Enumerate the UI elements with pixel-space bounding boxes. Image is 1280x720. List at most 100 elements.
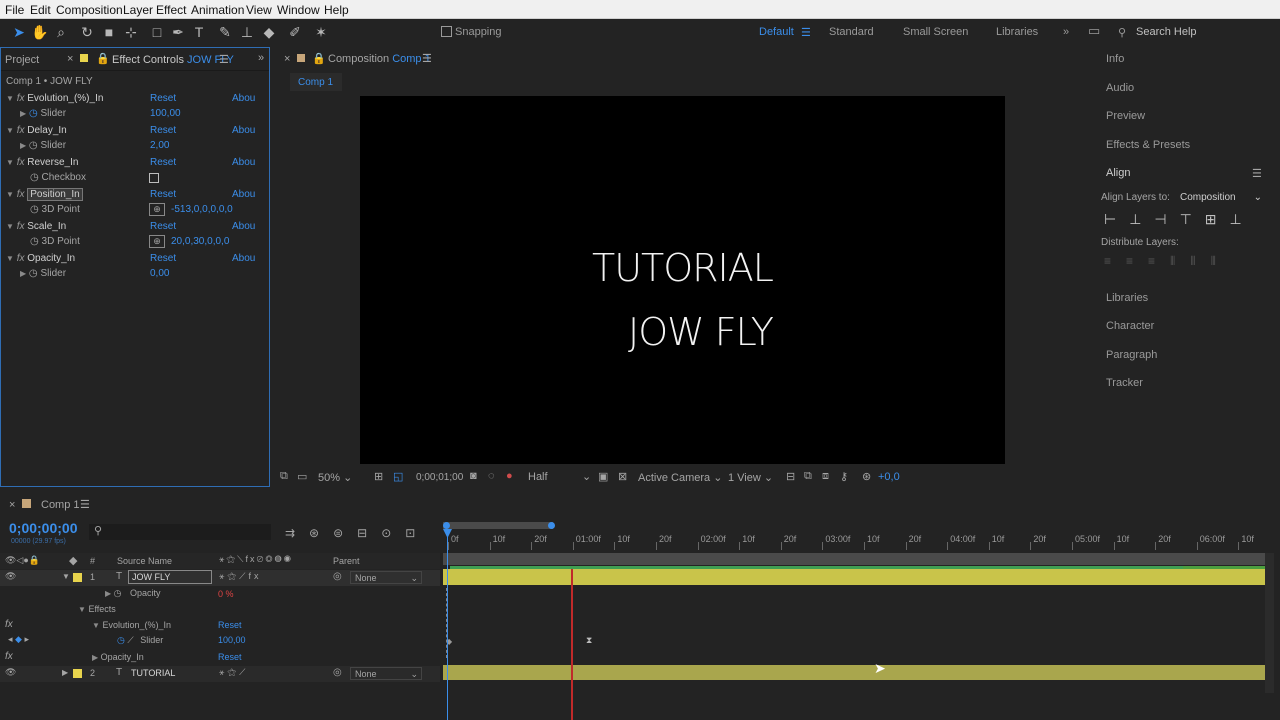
time-ruler[interactable]: 0f 10f 20f 01:00f 10f 20f 02:00f 10f 20f 03:00f 10… [443,532,1273,552]
evolution-effect-row[interactable]: ▼ Evolution_(%)_In [92,620,171,630]
parent-dropdown[interactable]: None ⌄ [350,571,422,584]
crosshair-icon[interactable]: ⊕ [149,235,165,248]
close-tab-icon[interactable]: × [9,499,15,511]
parent-dropdown[interactable]: None ⌄ [350,667,422,680]
graph-icon[interactable]: ⟋ [127,635,133,645]
libraries-panel-tab[interactable]: Libraries [1106,292,1148,304]
workspace-default[interactable]: Default [759,26,794,38]
rotate-tool-icon[interactable]: ↻ [78,23,96,41]
keyframe-diamond-icon[interactable]: ◆ [15,634,22,644]
timeline-search-input[interactable]: ⚲ [89,524,271,540]
workspace-standard[interactable]: Standard [829,26,874,38]
prev-keyframe-icon[interactable]: ◂ [8,634,13,644]
effect-row[interactable]: ▼ fx Scale_In [6,221,66,232]
param-value[interactable]: 0,00 [150,268,169,279]
comp-sub-tab[interactable]: Comp 1 [290,73,342,91]
menu-animation[interactable]: Animation [191,3,244,17]
align-buttons[interactable]: ⊢⊥⊣⊤⊞⊥ [1104,211,1264,229]
menu-view[interactable]: View [246,3,272,17]
opacity-in-reset-button[interactable]: Reset [218,652,242,662]
roto-brush-tool-icon[interactable]: ✐ [286,23,304,41]
pixel-aspect-icon[interactable]: ⊟ [786,470,795,483]
resolution-dropdown[interactable]: Half [528,471,548,483]
menu-help[interactable]: Help [324,3,349,17]
camera-tool-icon[interactable]: ■ [100,23,118,41]
pen-tool-icon[interactable]: ✒ [169,23,187,41]
snapping-checkbox[interactable] [441,26,452,37]
panel-menu-icon[interactable]: ☰ [80,498,90,511]
exposure-value[interactable]: +0,0 [878,471,900,483]
param-value[interactable]: -513,0,0,0,0,0 [171,204,233,215]
effect-about-link[interactable]: Abou [232,189,255,200]
workspace-libraries[interactable]: Libraries [996,26,1038,38]
monitor-icon[interactable]: ▭ [297,470,307,483]
zoom-dropdown[interactable]: 50% ⌄ [318,471,352,484]
fast-previews-icon[interactable]: ⧉ [804,470,812,483]
search-icon[interactable]: ⚲ [1118,26,1126,39]
align-target-dropdown[interactable]: Composition ⌄ [1176,190,1266,205]
menu-layer[interactable]: Layer [123,3,153,17]
camera-dropdown[interactable]: Active Camera ⌄ [638,471,722,484]
tab-project[interactable]: Project [5,54,39,66]
menu-effect[interactable]: Effect [156,3,186,17]
puppet-tool-icon[interactable]: ✶ [312,23,330,41]
brush-tool-icon[interactable]: ✎ [216,23,234,41]
effect-about-link[interactable]: Abou [232,93,255,104]
timeline-switches[interactable]: ⇉⊛⊜⊟⊙⊡ [285,526,429,540]
paragraph-panel-tab[interactable]: Paragraph [1106,349,1157,361]
composition-tab[interactable]: Composition Comp 1 [328,53,431,65]
close-tab-icon[interactable]: × [284,53,290,65]
type-tool-icon[interactable]: T [190,23,208,41]
fit-icon[interactable]: ⊞ [374,470,383,483]
rectangle-tool-icon[interactable]: □ [148,23,166,41]
keyframe-hourglass-icon[interactable]: ⧗ [586,635,592,646]
timeline-current-time[interactable]: 0;00;00;00 [9,520,78,536]
effect-row[interactable]: ▼ fx Evolution_(%)_In [6,93,103,104]
effect-reset-button[interactable]: Reset [150,253,176,264]
timeline-icon[interactable]: ⧈ [822,470,829,483]
param-value[interactable]: 20,0,30,0,0,0 [171,236,229,247]
always-preview-icon[interactable]: ⧉ [280,470,288,483]
layer-name[interactable]: JOW FLY [128,570,212,584]
effect-about-link[interactable]: Abou [232,125,255,136]
layer-switches[interactable]: ⚹⚝⟋ [219,667,248,678]
color-channels-icon[interactable]: ● [506,470,513,482]
effect-row[interactable]: ▼ fx Opacity_In [6,253,75,264]
tracker-panel-tab[interactable]: Tracker [1106,377,1143,389]
text-layer-jow-fly[interactable]: JOW FLY [628,310,774,354]
parent-header[interactable]: Parent [333,556,360,566]
current-time-indicator[interactable] [571,569,573,720]
search-toggle-icon[interactable]: ▭ [1088,23,1100,39]
opacity-property-row[interactable]: ▶ ◷ Opacity [105,588,161,599]
workspace-menu-icon[interactable]: ☰ [801,26,811,39]
transparency-grid-icon[interactable]: ◱ [393,470,403,483]
eye-icon[interactable]: 👁 [5,571,16,582]
effect-reset-button[interactable]: Reset [150,125,176,136]
slider-value[interactable]: 100,00 [218,635,246,645]
pickwhip-icon[interactable]: ◎ [333,667,342,678]
menu-composition[interactable]: Composition [56,3,123,17]
panel-menu-icon[interactable]: ☰ [422,52,432,65]
region-of-interest-icon[interactable]: ▣ [598,470,608,483]
clone-stamp-tool-icon[interactable]: ⊥ [238,23,256,41]
eraser-tool-icon[interactable]: ◆ [260,23,278,41]
effect-reset-button[interactable]: Reset [150,157,176,168]
stopwatch-icon[interactable]: ◷ [117,635,125,645]
effect-row[interactable]: ▼ fx Reverse_In [6,157,78,168]
opacity-value[interactable]: 0 % [218,589,234,599]
effect-reset-button[interactable]: Reset [150,93,176,104]
fx-icon[interactable]: fx [5,651,13,662]
evolution-reset-button[interactable]: Reset [218,620,242,630]
effect-row[interactable]: ▼ fx Position_In [6,188,83,201]
toggle-transparency-icon[interactable]: ⊠ [618,470,627,483]
effect-row[interactable]: ▼ fx Delay_In [6,125,67,136]
keyframe-navigator[interactable]: ◂ ◆ ▸ [8,634,29,645]
layer-row-2[interactable]: 👁 ▶ 2 T TUTORIAL ⚹⚝⟋ ◎ None ⌄ [0,666,440,682]
effect-about-link[interactable]: Abou [232,253,255,264]
expand-panel-icon[interactable]: » [258,52,264,64]
layer-bar-jow-fly[interactable] [443,569,1265,585]
pan-behind-tool-icon[interactable]: ⊹ [122,23,140,41]
effect-about-link[interactable]: Abou [232,157,255,168]
panel-menu-icon[interactable]: ☰ [1252,167,1262,180]
effects-group-row[interactable]: ▼ Effects [78,604,116,614]
